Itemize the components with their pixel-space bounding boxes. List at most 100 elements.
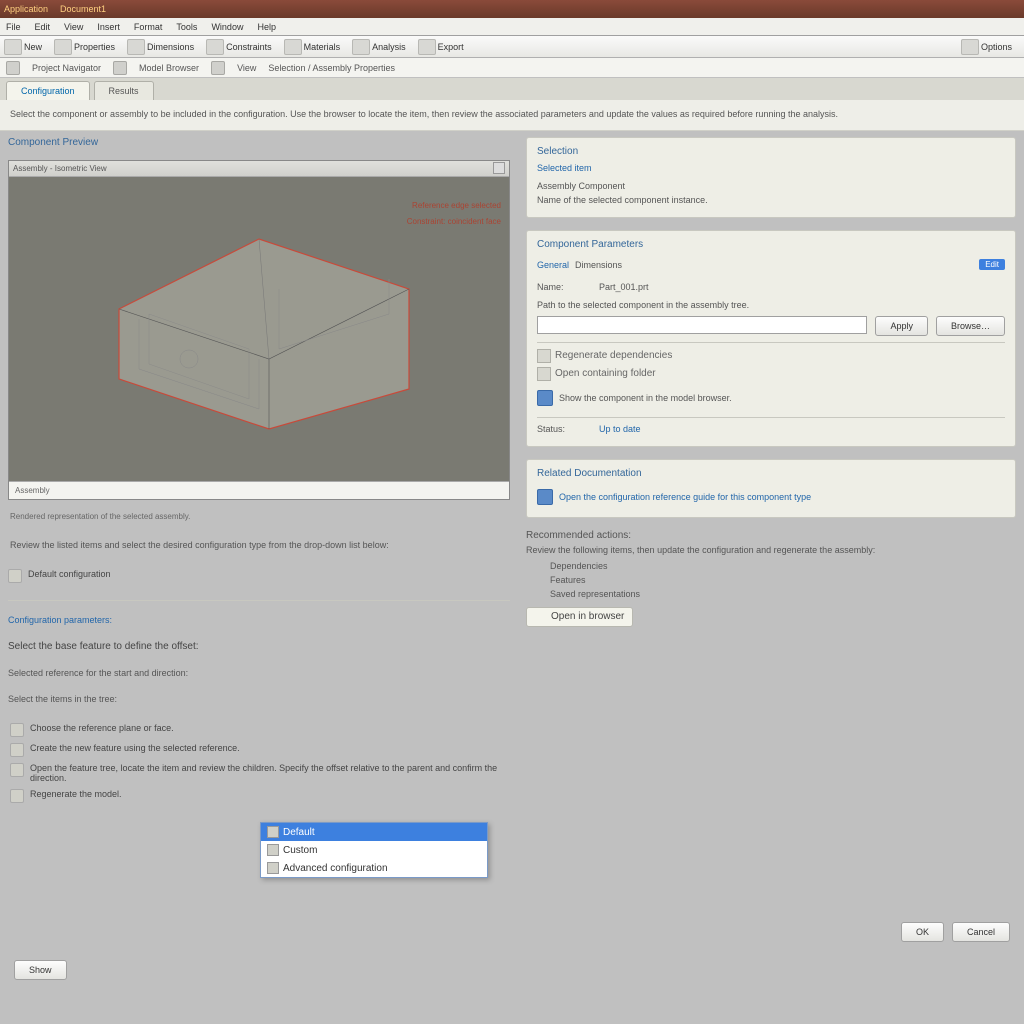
step-4: Regenerate the model. [10,786,508,806]
tb-analysis[interactable]: Analysis [372,42,406,52]
rec-para: Review the following items, then update … [526,545,1016,555]
tb-constr[interactable]: Constraints [226,42,272,52]
menu-tools[interactable]: Tools [176,22,197,32]
options-icon[interactable] [961,39,979,55]
rec-title: Recommended actions: [526,530,1016,541]
tab-results[interactable]: Results [94,81,154,100]
sel-title: Selection [537,146,1005,157]
nav-icon[interactable] [6,61,20,75]
tabstrip: Configuration Results [0,78,1024,100]
analysis-icon[interactable] [352,39,370,55]
sub-browser[interactable]: Model Browser [139,63,199,73]
show-button[interactable]: Show [14,960,67,980]
ok-button[interactable]: OK [901,922,944,942]
constr-icon[interactable] [206,39,224,55]
apply-button[interactable]: Apply [875,316,928,336]
view-icon[interactable] [211,61,225,75]
step-3: Open the feature tree, locate the item a… [10,760,508,786]
menu-file[interactable]: File [6,22,21,32]
export-icon[interactable] [418,39,436,55]
sel-desc: Name of the selected component instance. [537,195,1005,205]
dropdown-item-default[interactable]: Default [261,823,487,841]
viewport-caption: Rendered representation of the selected … [8,508,510,525]
step-2: Create the new feature using the selecte… [10,740,508,760]
dropdown-item-advanced[interactable]: Advanced configuration [261,859,487,877]
wrench-icon [10,723,24,737]
left-column: Component Preview Assembly - Isometric V… [0,131,518,1013]
subbar: Project Navigator Model Browser View Sel… [0,58,1024,78]
sub-nav[interactable]: Project Navigator [32,63,101,73]
bullet-1: Dependencies [550,559,1016,573]
tb-new[interactable]: New [24,42,42,52]
menu-edit[interactable]: Edit [35,22,51,32]
step-1: Choose the reference plane or face. [10,720,508,740]
dim-icon[interactable] [127,39,145,55]
config-dropdown[interactable]: Default Custom Advanced configuration [260,822,488,878]
app-name: Application [4,4,48,14]
panel-docs: Related Documentation Open the configura… [526,459,1016,518]
toolbar: New Properties Dimensions Constraints Ma… [0,36,1024,58]
right-column: Selection Selected item Assembly Compone… [518,131,1024,1013]
config-icon [8,569,22,583]
tb-options[interactable]: Options [981,42,1012,52]
option-icon [267,844,279,856]
gear-icon [10,789,24,803]
step-list: Choose the reference plane or face. Crea… [8,716,510,810]
viewport-title: Assembly - Isometric View [13,164,107,173]
tb-dim[interactable]: Dimensions [147,42,194,52]
menu-view[interactable]: View [64,22,83,32]
sub-view[interactable]: View [237,63,256,73]
viewport: Assembly - Isometric View [8,160,510,500]
mat-icon[interactable] [284,39,302,55]
params-tab1[interactable]: General [537,260,569,270]
regen-icon [537,349,551,363]
tb-props[interactable]: Properties [74,42,115,52]
docs-title: Related Documentation [537,468,1005,479]
dd-1: Custom [283,845,317,856]
tb-export[interactable]: Export [438,42,464,52]
viewport-close-icon[interactable] [493,162,505,174]
regen-link[interactable]: Regenerate dependencies [537,349,1005,363]
path-input[interactable] [537,316,867,334]
preview-title: Component Preview [8,137,510,148]
browser-icon[interactable] [113,61,127,75]
params-tab2[interactable]: Dimensions [575,260,622,270]
sel-link[interactable]: Selected item [537,163,1005,173]
dd-2: Advanced configuration [283,863,388,874]
step-4-text: Regenerate the model. [30,789,122,799]
params-title: Configuration parameters: [8,615,510,625]
docs-link[interactable]: Open the configuration reference guide f… [559,492,811,502]
open-folder-text: Open containing folder [555,368,656,379]
bullet-3: Saved representations [550,587,1016,601]
callout-2: Constraint: coincident face [407,217,501,226]
left-heading: Select the base feature to define the of… [8,641,510,652]
viewport-3d[interactable]: Reference edge selected Constraint: coin… [9,177,509,481]
dropdown-item-custom[interactable]: Custom [261,841,487,859]
main: Component Preview Assembly - Isometric V… [0,131,1024,1013]
sub-sel: Selection / Assembly Properties [268,63,395,73]
cancel-button[interactable]: Cancel [952,922,1010,942]
description: Select the component or assembly to be i… [0,100,1024,131]
chip-text: Open in browser [551,611,624,622]
menu-insert[interactable]: Insert [97,22,120,32]
rec-bullets: Dependencies Features Saved representati… [526,559,1016,601]
status-value: Up to date [599,424,641,434]
menu-format[interactable]: Format [134,22,163,32]
menu-help[interactable]: Help [257,22,276,32]
regen-text: Regenerate dependencies [555,350,672,361]
new-icon[interactable] [4,39,22,55]
bottom-strip: Show [14,960,67,980]
browse-button[interactable]: Browse… [936,316,1005,336]
titlebar: Application Document1 [0,0,1024,18]
layers-icon [10,763,24,777]
menu-window[interactable]: Window [211,22,243,32]
doc-icon [537,489,553,505]
folder-icon [537,367,551,381]
open-folder-link[interactable]: Open containing folder [537,367,1005,381]
right-lower: Recommended actions: Review the followin… [526,530,1016,627]
open-browser-chip[interactable]: Open in browser [526,607,633,627]
edit-badge[interactable]: Edit [979,259,1005,270]
props-icon[interactable] [54,39,72,55]
tab-configuration[interactable]: Configuration [6,81,90,100]
tb-mat[interactable]: Materials [304,42,341,52]
